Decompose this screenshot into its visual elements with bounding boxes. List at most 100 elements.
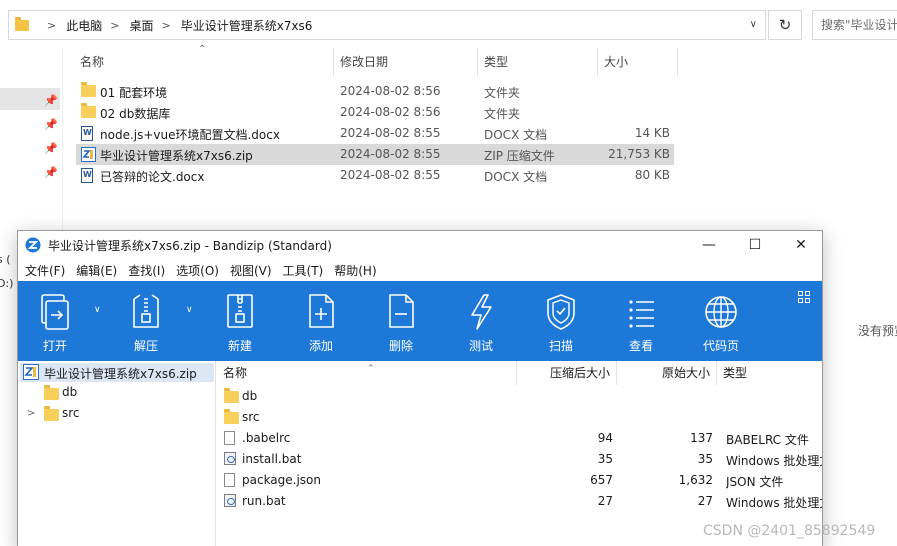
tree-root-archive[interactable]: 毕业设计管理系统x7xs6.zip xyxy=(20,363,214,382)
pin-icon[interactable]: 📌 xyxy=(44,166,58,179)
file-row-selected[interactable]: 毕业设计管理系统x7xs6.zip 2024-08-02 8:55 ZIP 压缩… xyxy=(76,144,674,165)
file-size: 80 KB xyxy=(634,168,670,182)
file-size: 14 KB xyxy=(634,126,670,140)
file-row[interactable]: 02 db数据库 2024-08-02 8:56 文件夹 xyxy=(76,102,674,123)
menu-options[interactable]: 选项(O) xyxy=(176,262,219,279)
list-header-type[interactable]: 类型 xyxy=(717,361,822,385)
menu-file[interactable]: 文件(F) xyxy=(25,262,65,279)
chevron-right-icon[interactable]: > xyxy=(47,19,56,32)
entry-name: db xyxy=(242,389,258,403)
scan-button[interactable]: 扫描 xyxy=(533,291,589,353)
toolbar-label: 测试 xyxy=(468,339,493,353)
new-archive-button[interactable]: 新建 xyxy=(212,291,268,353)
entry-original-size: 35 xyxy=(697,452,713,466)
file-date: 2024-08-02 8:56 xyxy=(340,105,441,119)
chevron-right-icon[interactable]: > xyxy=(27,408,35,419)
file-date: 2024-08-02 8:55 xyxy=(340,147,441,161)
delete-button[interactable]: 删除 xyxy=(373,291,429,353)
folder-icon xyxy=(81,103,96,118)
add-icon xyxy=(309,294,334,328)
file-date: 2024-08-02 8:56 xyxy=(340,84,441,98)
entry-type: JSON 文件 xyxy=(726,475,784,489)
file-type: DOCX 文档 xyxy=(484,128,548,142)
list-header-label: 名称 xyxy=(223,366,248,380)
codepage-button[interactable]: 代码页 xyxy=(693,291,749,353)
extract-icon xyxy=(133,294,159,328)
file-type: 文件夹 xyxy=(484,107,521,121)
pin-icon[interactable]: 📌 xyxy=(44,94,58,107)
toolbar-label: 解压 xyxy=(133,339,158,353)
search-input[interactable]: 搜索"毕业设计 xyxy=(812,10,897,40)
menu-tools[interactable]: 工具(T) xyxy=(283,262,324,279)
breadcrumb-this-pc[interactable]: 此电脑 xyxy=(66,17,102,34)
list-row[interactable]: install.bat 35 35 Windows 批处理文件 xyxy=(217,449,822,470)
pin-icon[interactable]: 📌 xyxy=(44,142,58,155)
pane-divider xyxy=(62,48,63,238)
pin-icon[interactable]: 📌 xyxy=(44,118,58,131)
file-date: 2024-08-02 8:55 xyxy=(340,126,441,140)
column-header-size[interactable]: 大小 xyxy=(598,48,678,76)
explorer-address-row: > 此电脑 > 桌面 > 毕业设计管理系统x7xs6 ∨ ↻ 搜索"毕业设计 xyxy=(0,0,897,48)
close-button[interactable]: ✕ xyxy=(778,231,822,259)
chevron-down-icon[interactable]: ∨ xyxy=(750,19,757,30)
file-row[interactable]: 已答辩的论文.docx 2024-08-02 8:55 DOCX 文档 80 K… xyxy=(76,165,674,186)
column-header-type[interactable]: 类型 xyxy=(478,48,598,76)
file-row[interactable]: node.js+vue环境配置文档.docx 2024-08-02 8:55 D… xyxy=(76,123,674,144)
list-header-original[interactable]: 原始大小 xyxy=(617,361,717,385)
folder-icon xyxy=(224,388,239,403)
toolbar-label: 代码页 xyxy=(702,339,739,353)
minimize-button[interactable]: — xyxy=(686,231,732,259)
open-icon xyxy=(41,294,69,330)
test-button[interactable]: 测试 xyxy=(453,291,509,353)
tree-item-db[interactable]: db xyxy=(40,383,210,403)
nav-item-fragment[interactable]: s ( xyxy=(0,253,11,266)
list-row[interactable]: db xyxy=(217,386,822,407)
breadcrumb-current-folder[interactable]: 毕业设计管理系统x7xs6 xyxy=(181,17,313,34)
archive-tree: 毕业设计管理系统x7xs6.zip db > src xyxy=(18,361,216,546)
entry-compressed-size: 94 xyxy=(597,431,613,445)
chevron-right-icon[interactable]: > xyxy=(161,19,170,32)
menu-find[interactable]: 查找(I) xyxy=(128,262,165,279)
menu-help[interactable]: 帮助(H) xyxy=(334,262,376,279)
toolbar-label: 新建 xyxy=(227,339,252,353)
chevron-down-icon[interactable]: ∨ xyxy=(94,305,101,315)
nav-item-fragment[interactable]: D:) xyxy=(0,277,13,290)
chevron-right-icon[interactable]: > xyxy=(110,19,119,32)
title-bar[interactable]: 毕业设计管理系统x7xs6.zip - Bandizip (Standard) … xyxy=(18,231,822,259)
column-header-date[interactable]: 修改日期 xyxy=(334,48,478,76)
list-header-compressed[interactable]: 压缩后大小 xyxy=(517,361,617,385)
add-button[interactable]: 添加 xyxy=(293,291,349,353)
layout-toggle-icon[interactable] xyxy=(798,291,810,306)
maximize-icon: ☐ xyxy=(748,237,762,253)
folder-icon xyxy=(44,385,59,400)
open-button[interactable]: 打开 xyxy=(27,291,83,353)
entry-name: .babelrc xyxy=(242,431,291,445)
toolbar-label: 查看 xyxy=(628,339,653,353)
list-row[interactable]: .babelrc 94 137 BABELRC 文件 xyxy=(217,428,822,449)
file-name: 毕业设计管理系统x7xs6.zip xyxy=(100,149,253,163)
entry-compressed-size: 35 xyxy=(597,452,613,466)
refresh-button[interactable]: ↻ xyxy=(768,10,802,40)
maximize-button[interactable]: ☐ xyxy=(732,231,778,259)
extract-button[interactable]: 解压 xyxy=(118,291,174,353)
menu-edit[interactable]: 编辑(E) xyxy=(76,262,117,279)
tree-item-src[interactable]: src xyxy=(40,404,210,424)
breadcrumb-desktop[interactable]: 桌面 xyxy=(129,17,153,34)
list-header-name[interactable]: 名称 ⌃ xyxy=(217,361,517,385)
list-row[interactable]: run.bat 27 27 Windows 批处理文件 xyxy=(217,491,822,512)
menu-view[interactable]: 视图(V) xyxy=(230,262,272,279)
view-button[interactable]: 查看 xyxy=(613,291,669,353)
chevron-down-icon[interactable]: ∨ xyxy=(186,305,193,315)
file-type: ZIP 压缩文件 xyxy=(484,149,555,163)
list-row[interactable]: src xyxy=(217,407,822,428)
file-name: 已答辩的论文.docx xyxy=(100,170,205,184)
entry-name: run.bat xyxy=(242,494,286,508)
toolbar: 打开 ∨ 解压 ∨ 新建 添加 删除 测试 扫描 查看 代码页 xyxy=(18,281,822,361)
list-row[interactable]: package.json 657 1,632 JSON 文件 xyxy=(217,470,822,491)
preview-pane-text: 没有预览 xyxy=(858,324,897,338)
entry-original-size: 137 xyxy=(690,431,713,445)
address-bar[interactable]: > 此电脑 > 桌面 > 毕业设计管理系统x7xs6 ∨ xyxy=(8,10,766,40)
file-row[interactable]: 01 配套环境 2024-08-02 8:56 文件夹 xyxy=(76,81,674,102)
archive-file-list: 名称 ⌃ 压缩后大小 原始大小 类型 db src .babelrc 94 13… xyxy=(217,361,822,546)
toolbar-label: 扫描 xyxy=(548,339,573,353)
